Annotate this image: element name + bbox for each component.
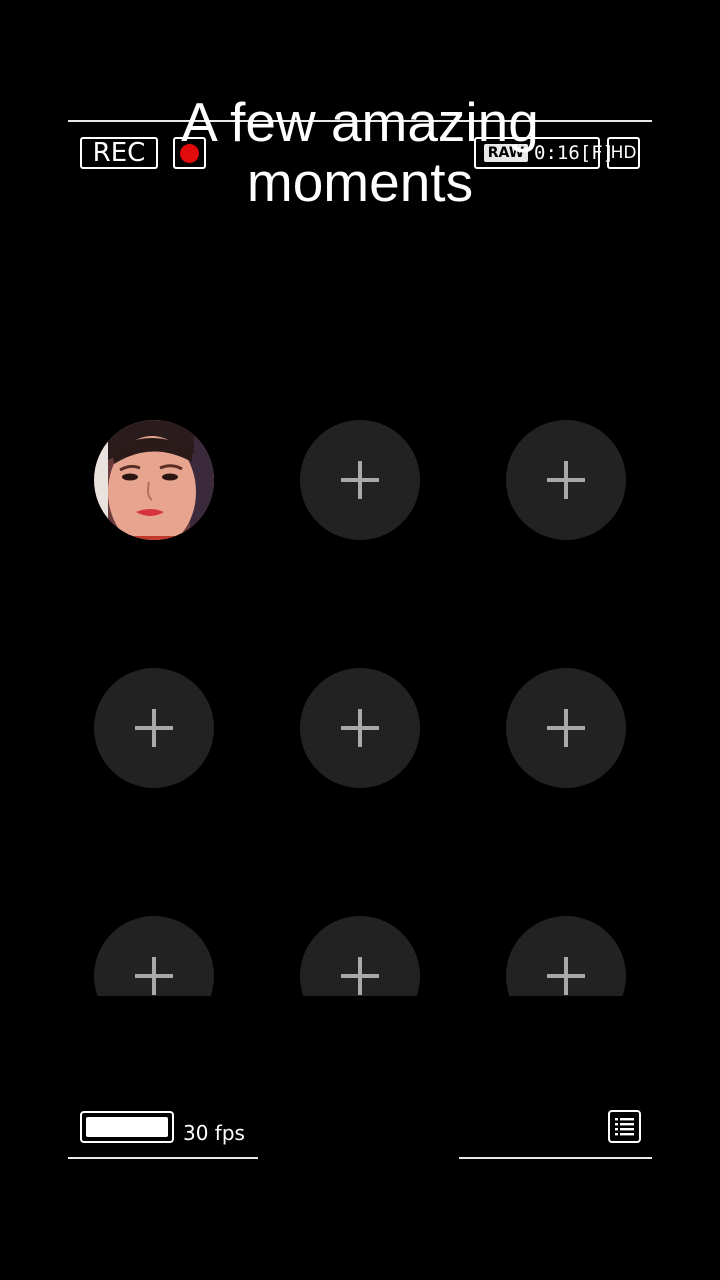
title-line-2: moments: [246, 151, 474, 213]
bottom-left-frame-line: [68, 1157, 258, 1159]
grid-cutoff-mask: [0, 996, 720, 1096]
page-title: A few amazing moments: [0, 92, 720, 212]
photo-slot-4[interactable]: [94, 668, 214, 788]
battery-icon: [80, 1111, 174, 1143]
plus-icon: [341, 957, 379, 995]
list-icon[interactable]: [608, 1110, 641, 1143]
list-icon-glyph: [615, 1118, 634, 1136]
plus-icon: [135, 709, 173, 747]
photo-slot-2[interactable]: [300, 420, 420, 540]
plus-icon: [547, 461, 585, 499]
battery-level-fill: [86, 1117, 168, 1137]
plus-icon: [341, 709, 379, 747]
bottom-right-frame-line: [459, 1157, 652, 1159]
plus-icon: [135, 957, 173, 995]
portrait-photo: [94, 420, 214, 540]
photo-slot-3[interactable]: [506, 420, 626, 540]
title-line-1: A few amazing: [181, 91, 539, 153]
plus-icon: [341, 461, 379, 499]
photo-slot-6[interactable]: [506, 668, 626, 788]
plus-icon: [547, 709, 585, 747]
plus-icon: [547, 957, 585, 995]
fps-label: 30 fps: [183, 1121, 245, 1145]
photo-slot-5[interactable]: [300, 668, 420, 788]
photo-slot-1[interactable]: [94, 420, 214, 540]
